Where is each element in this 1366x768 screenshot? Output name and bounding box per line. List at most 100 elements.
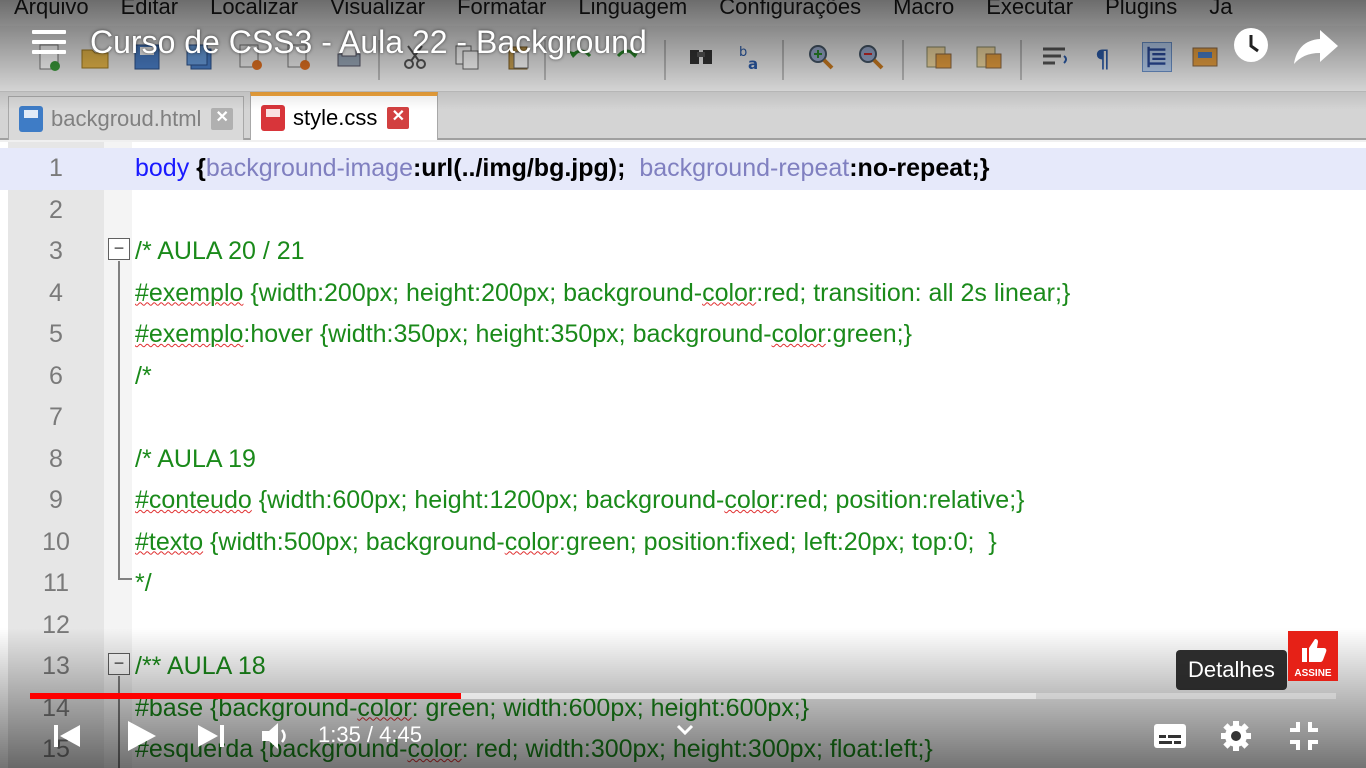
menu-configuracoes[interactable]: Configurações: [719, 0, 861, 20]
menu-bar: Arquivo Editar Localizar Visualizar Form…: [0, 0, 1366, 22]
code-line[interactable]: 10 #texto {width:500px; background-color…: [0, 522, 1366, 564]
code-fragment: {width:600px; height:1200px; background-: [251, 486, 725, 514]
toolbar-separator: [902, 40, 904, 80]
code-comment: /*: [135, 361, 152, 390]
code-line[interactable]: 3 /* AULA 20 / 21: [0, 231, 1366, 273]
code-editor[interactable]: 1 body {background-image:url(../img/bg.j…: [0, 142, 1366, 768]
subscribe-label: ASSINE: [1294, 668, 1332, 679]
replace-icon[interactable]: ba: [736, 42, 766, 72]
line-number: 13: [42, 652, 70, 680]
play-icon[interactable]: [124, 716, 158, 756]
line-number: 11: [43, 569, 69, 597]
find-icon[interactable]: [686, 42, 716, 72]
spellcheck-word: color: [702, 278, 757, 307]
code-comment: */: [135, 569, 152, 597]
tab-label: style.css: [293, 105, 378, 130]
settings-gear-icon[interactable]: [1218, 716, 1254, 756]
indent-guide-icon[interactable]: [1142, 42, 1172, 72]
show-all-chars-icon[interactable]: ¶: [1090, 42, 1120, 72]
svg-text:a: a: [748, 55, 758, 72]
progress-fill: [30, 693, 461, 699]
menu-editar[interactable]: Editar: [121, 0, 178, 20]
fold-toggle-icon[interactable]: −: [108, 238, 130, 260]
playlist-menu-icon[interactable]: [32, 30, 66, 62]
fold-toggle-icon[interactable]: −: [108, 653, 130, 675]
line-number: 9: [49, 486, 63, 514]
line-number: 7: [49, 403, 63, 431]
code-fragment: : red; width:300px; height:300px; float:…: [461, 735, 933, 763]
video-title[interactable]: Curso de CSS3 - Aula 22 - Background: [90, 24, 647, 61]
line-number: 4: [49, 278, 63, 307]
toolbar-separator: [1020, 40, 1022, 80]
code-comment: #esquerda {background-color: red; width:…: [135, 729, 933, 768]
menu-macro[interactable]: Macro: [893, 0, 954, 20]
share-icon[interactable]: [1292, 26, 1340, 66]
doc-map-icon[interactable]: [1190, 42, 1220, 72]
tab-style-css[interactable]: style.css ✕: [250, 92, 438, 140]
menu-localizar[interactable]: Localizar: [210, 0, 298, 20]
spellcheck-word: #exemplo: [135, 278, 244, 307]
line-number: 3: [49, 237, 63, 265]
code-line[interactable]: 8 /* AULA 19: [0, 439, 1366, 481]
menu-arquivo[interactable]: Arquivo: [14, 0, 89, 20]
code-comment: #exemplo {width:200px; height:200px; bac…: [135, 273, 1070, 314]
chevron-down-icon[interactable]: [674, 718, 696, 740]
code-fragment: :green; position:fixed; left:20px; top:0…: [558, 527, 997, 556]
subtitles-icon[interactable]: [1152, 716, 1188, 756]
close-icon[interactable]: ✕: [387, 107, 410, 129]
menu-janela[interactable]: Ja: [1209, 0, 1232, 20]
code-fragment: {width:500px; background-: [203, 527, 505, 556]
css-value: :url(../img/bg.jpg);: [412, 154, 626, 182]
code-comment: #texto {width:500px; background-color:gr…: [135, 522, 997, 563]
code-text: body {background-image:url(../img/bg.jpg…: [135, 148, 990, 189]
menu-plugins[interactable]: Plugins: [1105, 0, 1177, 20]
watch-later-icon[interactable]: [1232, 26, 1270, 64]
close-icon[interactable]: ✕: [211, 107, 233, 130]
menu-visualizar[interactable]: Visualizar: [330, 0, 425, 20]
code-line[interactable]: 4 #exemplo {width:200px; height:200px; b…: [0, 273, 1366, 315]
menu-linguagem[interactable]: Linguagem: [578, 0, 687, 20]
code-line[interactable]: 13 /** AULA 18: [0, 646, 1366, 688]
code-line[interactable]: 11 */: [0, 563, 1366, 605]
code-fragment: :red; transition: all 2s linear;}: [756, 278, 1071, 307]
exit-fullscreen-icon[interactable]: [1286, 716, 1322, 756]
volume-icon[interactable]: [260, 716, 290, 756]
svg-text:¶: ¶: [1095, 45, 1110, 72]
sync-vertical-icon[interactable]: [924, 42, 954, 72]
code-comment: /* AULA 20 / 21: [135, 237, 305, 265]
code-line[interactable]: 7: [0, 397, 1366, 439]
word-wrap-icon[interactable]: [1040, 42, 1070, 72]
tab-label: backgroud.html: [51, 105, 202, 131]
menu-formatar[interactable]: Formatar: [457, 0, 546, 20]
zoom-in-icon[interactable]: [806, 42, 836, 72]
previous-icon[interactable]: [52, 716, 82, 756]
css-selector: body: [135, 154, 197, 182]
code-line[interactable]: 5 #exemplo:hover {width:350px; height:35…: [0, 314, 1366, 356]
line-number: 12: [42, 610, 70, 639]
line-number: 5: [49, 320, 63, 348]
code-line[interactable]: 12: [0, 605, 1366, 647]
menu-executar[interactable]: Executar: [986, 0, 1073, 20]
code-fragment: {width:200px; height:200px; background-: [243, 278, 703, 307]
css-file-icon: [261, 105, 285, 131]
fold-guide: [118, 261, 120, 579]
line-number: 6: [49, 361, 63, 390]
sync-horizontal-icon[interactable]: [974, 42, 1004, 72]
toolbar-separator: [782, 40, 784, 80]
spellcheck-word: #texto: [135, 527, 204, 556]
fold-guide-end: [118, 578, 132, 580]
line-number: 1: [49, 154, 63, 182]
spellcheck-word: #exemplo: [135, 320, 244, 348]
code-line[interactable]: 9 #conteudo {width:600px; height:1200px;…: [0, 480, 1366, 522]
code-line[interactable]: 6 /*: [0, 356, 1366, 398]
zoom-out-icon[interactable]: [856, 42, 886, 72]
subscribe-button[interactable]: ASSINE: [1288, 631, 1338, 681]
progress-bar[interactable]: [30, 693, 1336, 699]
code-line[interactable]: 1 body {background-image:url(../img/bg.j…: [0, 148, 1366, 190]
css-property: background-repeat: [639, 154, 850, 182]
code-line[interactable]: 2: [0, 190, 1366, 232]
details-tooltip: Detalhes: [1176, 650, 1287, 690]
tab-backgroud-html[interactable]: backgroud.html ✕: [8, 96, 244, 140]
spellcheck-word: #conteudo: [135, 486, 252, 514]
next-icon[interactable]: [196, 716, 226, 756]
